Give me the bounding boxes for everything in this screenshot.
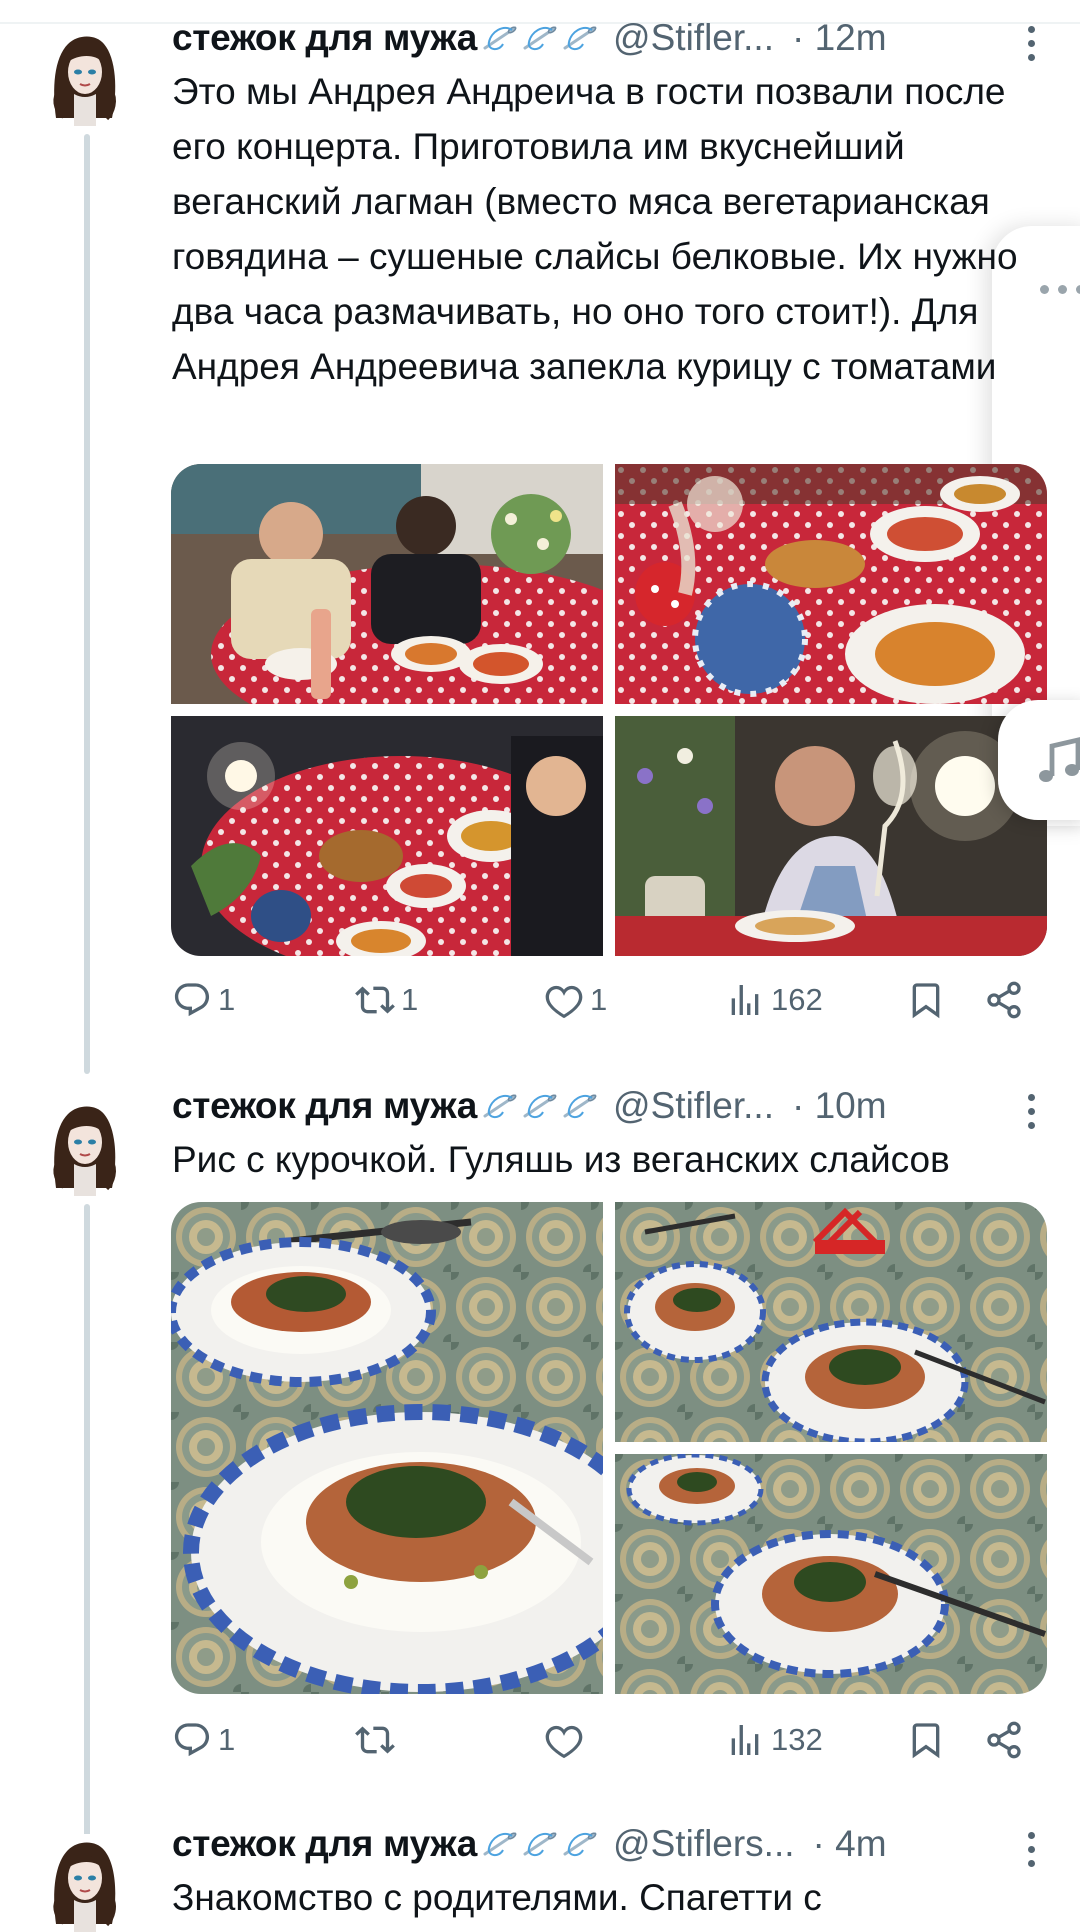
- needle-thread-icon: [561, 1828, 601, 1860]
- photo-rice-plates-overhead[interactable]: [615, 1454, 1047, 1694]
- heart-icon: [544, 1720, 584, 1760]
- author-avatar[interactable]: [44, 1098, 126, 1196]
- views-count: 132: [771, 1722, 823, 1757]
- photo-woman-with-wine-glass[interactable]: [615, 716, 1047, 956]
- thread-line: [84, 134, 90, 1074]
- reply-count: 1: [218, 982, 236, 1017]
- needle-thread-icon: [481, 1828, 521, 1860]
- photo-rice-plates-candle[interactable]: [615, 1202, 1047, 1442]
- photo-table-with-teapot[interactable]: [615, 464, 1047, 704]
- tweet-header: стежок для мужа @Stifler... · 12m: [172, 16, 1080, 60]
- repost-icon: [355, 1720, 395, 1760]
- needle-thread-icon: [481, 22, 521, 54]
- overlay-more-icon[interactable]: [1040, 285, 1080, 294]
- needle-thread-icon: [521, 1828, 561, 1860]
- like-count: 1: [590, 982, 608, 1017]
- reply-icon: [172, 1720, 212, 1760]
- needle-thread-icons: [481, 1828, 601, 1860]
- share-button[interactable]: [984, 980, 1024, 1020]
- bookmark-icon: [906, 980, 946, 1020]
- reply-count: 1: [218, 1722, 236, 1757]
- tweet-text: Рис с курочкой. Гуляшь из веганских слай…: [172, 1139, 950, 1180]
- tweet-text: Знакомство с родителями. Спагетти с: [172, 1877, 822, 1918]
- photo-guests-at-table[interactable]: [171, 464, 603, 704]
- tweet-time[interactable]: · 4m: [813, 1823, 887, 1865]
- needle-thread-icon: [561, 22, 601, 54]
- tweet-time[interactable]: · 12m: [792, 17, 887, 59]
- tweet-actions: 1 132: [172, 1720, 1032, 1770]
- needle-thread-icons: [481, 22, 601, 54]
- photo-grid: [171, 1202, 1047, 1694]
- more-icon[interactable]: [1028, 26, 1038, 61]
- bookmark-button[interactable]: [906, 1720, 946, 1760]
- author-handle[interactable]: @Stiflers...: [613, 1823, 794, 1865]
- author-avatar[interactable]: [44, 1834, 126, 1932]
- reply-button[interactable]: 1: [172, 1720, 235, 1760]
- views-button[interactable]: 162: [725, 980, 823, 1020]
- repost-button[interactable]: 1: [355, 980, 418, 1020]
- more-icon[interactable]: [1028, 1832, 1038, 1867]
- photo-dinner-from-above[interactable]: [171, 716, 603, 956]
- tweet-time[interactable]: · 10m: [792, 1085, 887, 1127]
- author-handle[interactable]: @Stifler...: [613, 17, 774, 59]
- needle-thread-icon: [481, 1090, 521, 1122]
- views-count: 162: [771, 982, 823, 1017]
- heart-icon: [544, 980, 584, 1020]
- needle-thread-icon: [561, 1090, 601, 1122]
- views-icon: [725, 1720, 765, 1760]
- author-handle[interactable]: @Stifler...: [613, 1085, 774, 1127]
- share-icon: [984, 980, 1024, 1020]
- views-button[interactable]: 132: [725, 1720, 823, 1760]
- reply-icon: [172, 980, 212, 1020]
- author-name[interactable]: стежок для мужа: [172, 1085, 477, 1127]
- tweet-actions: 1 1 1 162: [172, 980, 1032, 1030]
- bookmark-icon: [906, 1720, 946, 1760]
- thread-line: [84, 1204, 90, 1884]
- needle-thread-icon: [521, 1090, 561, 1122]
- photo-grid: [171, 464, 1047, 956]
- author-name[interactable]: стежок для мужа: [172, 17, 477, 59]
- views-icon: [725, 980, 765, 1020]
- needle-thread-icon: [521, 22, 561, 54]
- repost-icon: [355, 980, 395, 1020]
- share-button[interactable]: [984, 1720, 1024, 1760]
- tweet-header: стежок для мужа @Stiflers... · 4m: [172, 1822, 1080, 1866]
- like-button[interactable]: 1: [544, 980, 607, 1020]
- photo-rice-plates-close[interactable]: [171, 1202, 603, 1694]
- share-icon: [984, 1720, 1024, 1760]
- music-player-button[interactable]: [998, 700, 1080, 820]
- music-note-icon: [1039, 737, 1080, 782]
- author-name[interactable]: стежок для мужа: [172, 1823, 477, 1865]
- repost-button[interactable]: [355, 1720, 401, 1760]
- author-avatar[interactable]: [44, 28, 126, 126]
- reply-button[interactable]: 1: [172, 980, 235, 1020]
- repost-count: 1: [401, 982, 419, 1017]
- bookmark-button[interactable]: [906, 980, 946, 1020]
- tweet-header: стежок для мужа @Stifler... · 10m: [172, 1084, 1080, 1128]
- tweet-text: Это мы Андрея Андреича в гости позвали п…: [172, 71, 1018, 387]
- more-icon[interactable]: [1028, 1094, 1038, 1129]
- needle-thread-icons: [481, 1090, 601, 1122]
- like-button[interactable]: [544, 1720, 590, 1760]
